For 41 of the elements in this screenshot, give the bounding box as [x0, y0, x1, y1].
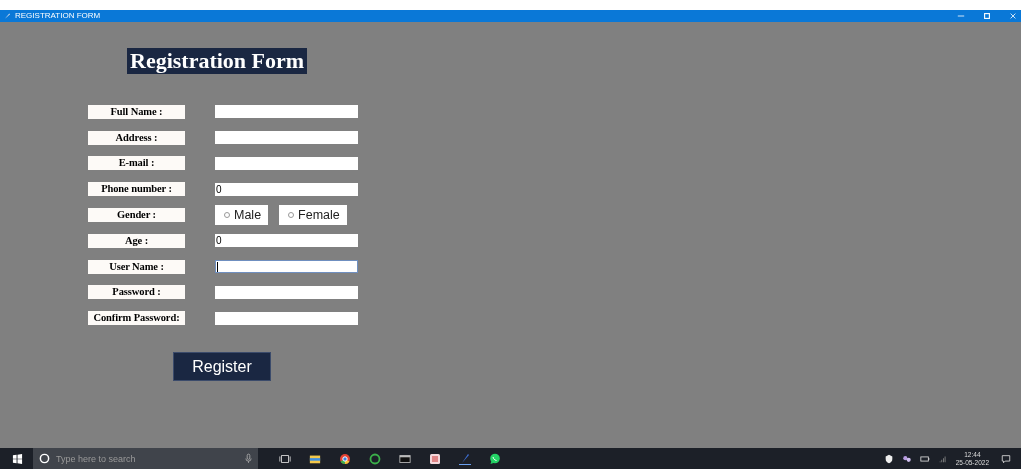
input-field[interactable]	[215, 285, 358, 299]
task-view-icon[interactable]	[279, 452, 291, 465]
app-icon[interactable]	[429, 452, 441, 465]
feather-icon[interactable]	[459, 452, 471, 465]
field-label: Age :	[88, 233, 185, 248]
browser-icon[interactable]	[339, 452, 351, 465]
input-field[interactable]	[215, 105, 358, 119]
input-field[interactable]	[215, 131, 358, 145]
window-title: REGISTRATION FORM	[15, 11, 101, 21]
maximize-button[interactable]	[983, 12, 991, 20]
radio-option[interactable]: Female	[279, 205, 347, 226]
radio-label: Female	[298, 208, 340, 223]
field-label: Gender :	[88, 208, 185, 223]
shield-icon[interactable]	[883, 453, 894, 464]
input-field[interactable]: 0	[215, 234, 358, 248]
battery-icon[interactable]	[919, 453, 930, 464]
field-label: Address :	[88, 130, 185, 145]
form-heading: Registration Form	[127, 48, 308, 74]
radio-label: Male	[234, 208, 262, 223]
field-label: E-mail :	[88, 156, 185, 171]
input-field[interactable]	[215, 311, 358, 325]
input-field[interactable]	[215, 260, 358, 274]
notification-icon[interactable]	[1001, 453, 1011, 464]
chat-icon[interactable]	[489, 452, 501, 465]
field-label: Phone number :	[88, 182, 185, 197]
microphone-icon[interactable]	[245, 453, 252, 464]
start-button[interactable]	[12, 452, 23, 465]
input-field[interactable]: 0	[215, 182, 358, 196]
close-button[interactable]	[1009, 12, 1017, 20]
field-label: Full Name :	[88, 104, 185, 119]
terminal-icon[interactable]	[399, 452, 411, 465]
input-field[interactable]	[215, 157, 358, 170]
ring-icon[interactable]	[369, 452, 381, 465]
field-label: Password :	[88, 285, 185, 300]
field-label: Confirm Password:	[88, 311, 185, 326]
register-button[interactable]: Register	[173, 352, 271, 382]
radio-option[interactable]: Male	[215, 205, 269, 226]
field-label: User Name :	[88, 259, 185, 274]
cortana-icon	[39, 453, 50, 464]
people-icon[interactable]	[901, 453, 912, 464]
taskbar-search-field[interactable]: Type here to search	[33, 448, 258, 469]
